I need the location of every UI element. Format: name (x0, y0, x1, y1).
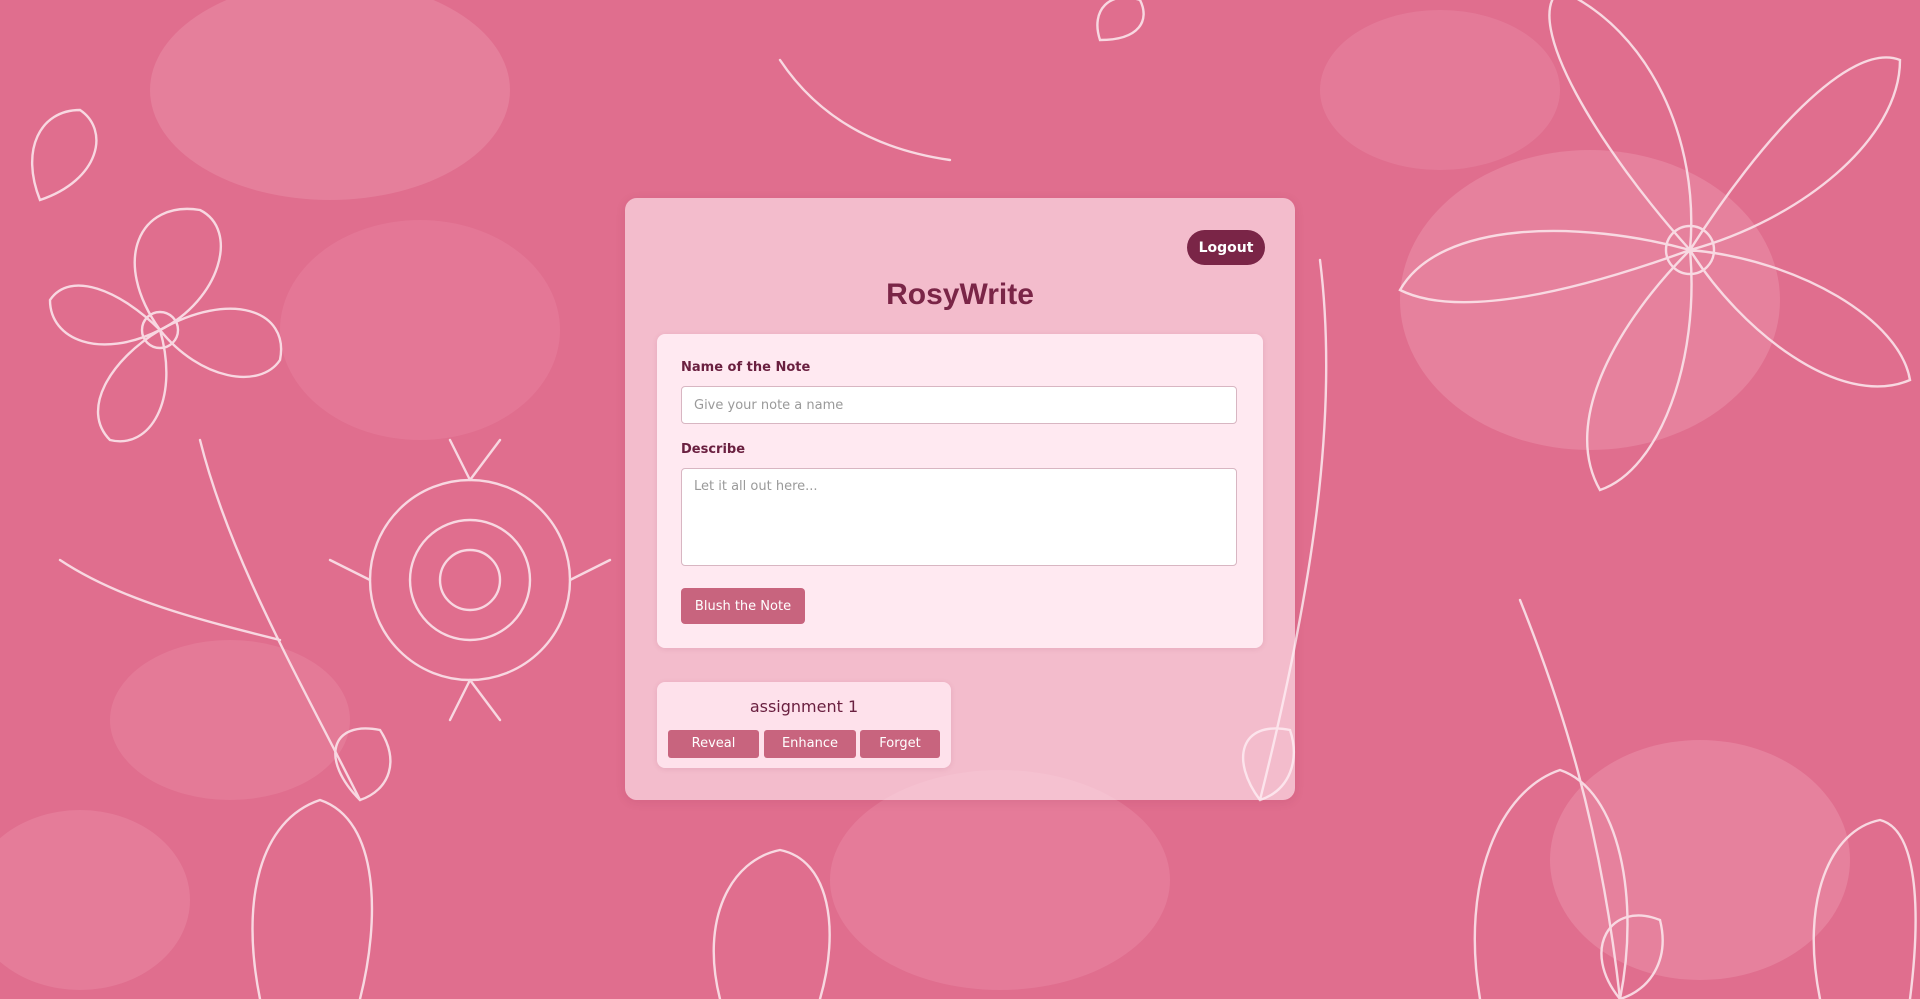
note-name-input[interactable] (681, 386, 1237, 424)
forget-button[interactable]: Forget (860, 730, 940, 758)
note-describe-textarea[interactable] (681, 468, 1237, 566)
app-title: RosyWrite (886, 278, 1034, 311)
reveal-button[interactable]: Reveal (668, 730, 759, 758)
note-describe-label: Describe (681, 442, 746, 457)
enhance-button[interactable]: Enhance (764, 730, 856, 758)
logout-button[interactable]: Logout (1187, 230, 1265, 265)
blush-note-button[interactable]: Blush the Note (681, 588, 805, 624)
note-title: assignment 1 (749, 697, 859, 716)
note-name-label: Name of the Note (681, 360, 811, 375)
